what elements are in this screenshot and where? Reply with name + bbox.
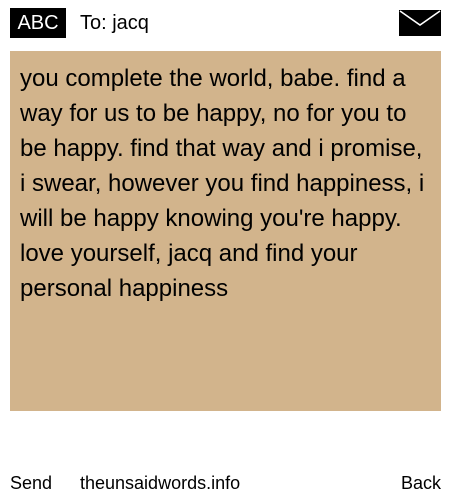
sms-compose-screen: ABC To: jacq you complete the world, bab…	[0, 0, 450, 500]
send-button[interactable]: Send	[10, 468, 52, 498]
site-watermark: theunsaidwords.info	[80, 473, 241, 493]
compose-header: ABC To: jacq	[0, 0, 450, 46]
back-button[interactable]: Back	[401, 468, 441, 498]
recipient-label[interactable]: To: jacq	[80, 8, 149, 38]
message-body-area[interactable]: you complete the world, babe. find a way…	[10, 51, 441, 411]
softkey-bar: Send theunsaidwords.info Back	[0, 468, 450, 498]
message-text: you complete the world, babe. find a way…	[20, 65, 425, 302]
envelope-icon	[399, 10, 441, 36]
input-mode-badge[interactable]: ABC	[10, 8, 66, 38]
